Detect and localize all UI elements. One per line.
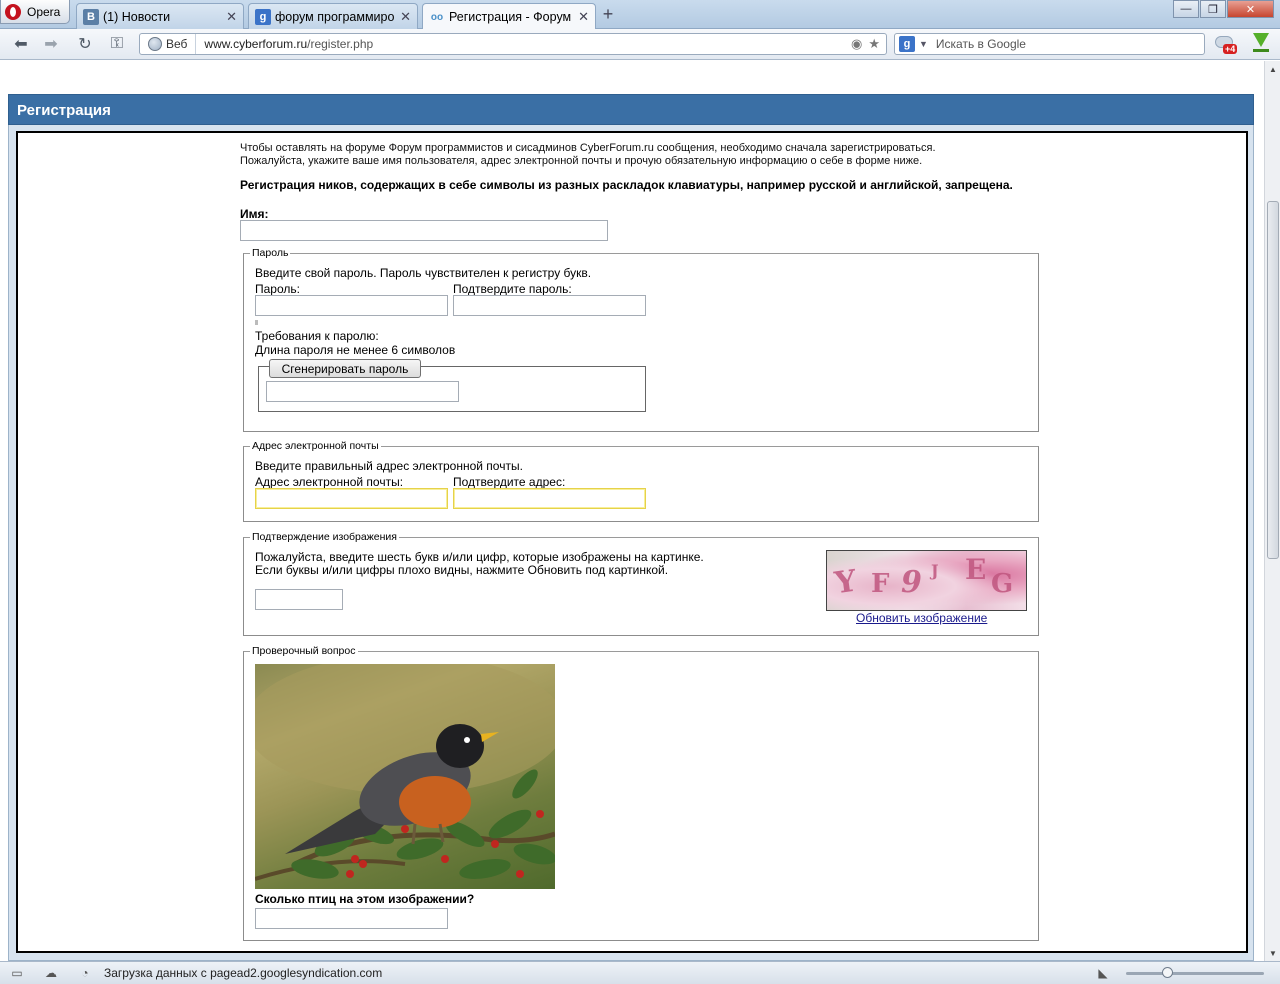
reload-icon[interactable]: ↻ — [74, 34, 96, 54]
page-title: Регистрация — [8, 94, 1254, 125]
opera-menu-label: Opera — [27, 4, 61, 19]
url-field[interactable]: www.cyberforum.ru/register.php — [196, 37, 851, 51]
password-legend: Пароль — [252, 247, 289, 259]
generate-password-button[interactable]: Сгенерировать пароль — [269, 359, 421, 378]
status-message: Загрузка данных с pagead2.googlesyndicat… — [104, 966, 383, 980]
google-search-icon: g — [899, 36, 915, 52]
password-input[interactable] — [255, 295, 448, 316]
search-field[interactable]: g ▼ Искать в Google — [894, 33, 1205, 55]
minimize-icon[interactable]: — — [1173, 0, 1199, 18]
question-answer-input[interactable] — [255, 908, 448, 929]
forward-icon[interactable]: ➡ — [40, 34, 62, 54]
confirm-password-label: Подтвердите пароль: — [453, 282, 572, 296]
sync-badge: +4 — [1223, 44, 1238, 54]
status-bar: ▭ ☁ ◔ Загрузка данных с pagead2.googlesy… — [0, 961, 1280, 984]
close-tab-icon[interactable]: ✕ — [578, 9, 589, 25]
close-window-icon[interactable]: ✕ — [1227, 0, 1274, 18]
refresh-captcha-link[interactable]: Обновить изображение — [856, 611, 987, 625]
intro-text: Чтобы оставлять на форуме Форум программ… — [240, 142, 1060, 168]
password-label: Пароль: — [255, 282, 300, 296]
captcha-instruction: Если буквы и/или цифры плохо видны, нажм… — [255, 563, 669, 577]
globe-icon — [148, 37, 162, 51]
cyberforum-favicon-icon: oo — [430, 11, 444, 23]
captcha-char: E — [965, 553, 987, 586]
tab-title: форум программиро... — [275, 9, 395, 24]
robin-illustration — [255, 664, 555, 881]
captcha-char: Y — [832, 563, 859, 602]
turbo-icon[interactable]: ◔ — [78, 966, 92, 980]
close-tab-icon[interactable]: ✕ — [400, 9, 411, 25]
email-input[interactable] — [255, 488, 448, 509]
tab-title: (1) Новости — [103, 9, 171, 24]
navigation-bar: ⬅ ➡ ↻ ⚿ Веб www.cyberforum.ru/register.p… — [0, 29, 1280, 60]
robin-photo — [255, 664, 555, 889]
password-description: Введите свой пароль. Пароль чувствителен… — [255, 266, 592, 280]
confirm-email-input[interactable] — [453, 488, 646, 509]
panel-toggle-icon[interactable]: ▭ — [10, 966, 24, 980]
captcha-char: 9 — [901, 565, 922, 600]
address-bar[interactable]: Веб www.cyberforum.ru/register.php ◉ ★ — [139, 33, 887, 55]
view-icon[interactable]: ◣ — [1096, 966, 1110, 980]
intro-line: Пожалуйста, укажите ваше имя пользовател… — [240, 155, 923, 167]
chevron-down-icon[interactable]: ▼ — [919, 39, 928, 49]
new-tab-icon[interactable]: + — [598, 5, 618, 25]
tab-forum[interactable]: g форум программиро... ✕ — [248, 3, 418, 29]
username-label: Имя: — [240, 207, 269, 221]
key-icon[interactable]: ⚿ — [106, 34, 128, 54]
opera-menu-button[interactable]: Opera — [0, 0, 70, 24]
confirm-email-label: Подтвердите адрес: — [453, 475, 566, 489]
page-viewport: Регистрация Чтобы оставлять на форуме Фо… — [0, 61, 1264, 961]
question-legend: Проверочный вопрос — [252, 645, 356, 657]
generated-password-output[interactable] — [266, 381, 459, 402]
registration-panel: Чтобы оставлять на форуме Форум программ… — [8, 125, 1254, 961]
email-label: Адрес электронной почты: — [255, 475, 404, 489]
zoom-slider-handle[interactable] — [1162, 967, 1173, 978]
bookmark-star-icon[interactable]: ★ — [868, 36, 880, 52]
captcha-instruction: Пожалуйста, введите шесть букв и/или циф… — [255, 550, 704, 564]
url-path: /register.php — [307, 37, 374, 51]
vertical-scrollbar[interactable]: ▲ ▼ — [1264, 61, 1280, 961]
scroll-down-icon[interactable]: ▼ — [1265, 945, 1280, 961]
username-input[interactable] — [240, 220, 608, 241]
captcha-char: F — [871, 569, 890, 599]
captcha-char: G — [991, 569, 1014, 599]
confirm-password-input[interactable] — [453, 295, 646, 316]
site-info-button[interactable]: Веб — [140, 34, 197, 54]
nickname-warning: Регистрация ников, содержащих в себе сим… — [240, 178, 1013, 192]
download-icon[interactable] — [1250, 33, 1270, 55]
captcha-image: Y F 9 J E G — [826, 550, 1027, 611]
tab-title: Регистрация - Форум ... — [449, 10, 573, 24]
email-description: Введите правильный адрес электронной поч… — [255, 459, 523, 473]
google-favicon-icon: g — [255, 8, 271, 25]
back-icon[interactable]: ⬅ — [10, 34, 32, 54]
vk-favicon-icon: В — [83, 8, 99, 25]
site-info-label: Веб — [166, 37, 188, 51]
intro-line: Чтобы оставлять на форуме Форум программ… — [240, 142, 936, 154]
search-placeholder: Искать в Google — [935, 37, 1026, 51]
restore-icon[interactable]: ❐ — [1200, 0, 1226, 18]
scroll-up-icon[interactable]: ▲ — [1265, 61, 1280, 77]
captcha-legend: Подтверждение изображения — [252, 531, 397, 543]
password-requirements-title: Требования к паролю: — [255, 329, 379, 343]
password-requirements-text: Длина пароля не менее 6 символов — [255, 343, 456, 357]
scrollbar-thumb[interactable] — [1267, 201, 1279, 559]
password-strength-indicator — [255, 320, 258, 325]
sync-cloud-icon[interactable]: +4 — [1215, 34, 1241, 56]
registration-form: Чтобы оставлять на форуме Форум программ… — [16, 131, 1248, 953]
tab-news[interactable]: В (1) Новости ✕ — [76, 3, 244, 29]
opera-logo-icon — [5, 3, 21, 20]
tab-bar: Opera В (1) Новости ✕ g форум программир… — [0, 0, 1280, 30]
url-host: www.cyberforum.ru — [204, 37, 308, 51]
close-tab-icon[interactable]: ✕ — [226, 9, 237, 25]
rss-icon[interactable]: ◉ — [851, 36, 862, 52]
captcha-input[interactable] — [255, 589, 343, 610]
zoom-slider[interactable] — [1126, 967, 1264, 978]
opera-unite-icon[interactable]: ☁ — [44, 966, 58, 980]
email-legend: Адрес электронной почты — [252, 440, 379, 452]
tab-registration[interactable]: oo Регистрация - Форум ... ✕ — [422, 3, 596, 30]
captcha-char: J — [931, 561, 939, 580]
question-text: Сколько птиц на этом изображении? — [255, 892, 475, 906]
